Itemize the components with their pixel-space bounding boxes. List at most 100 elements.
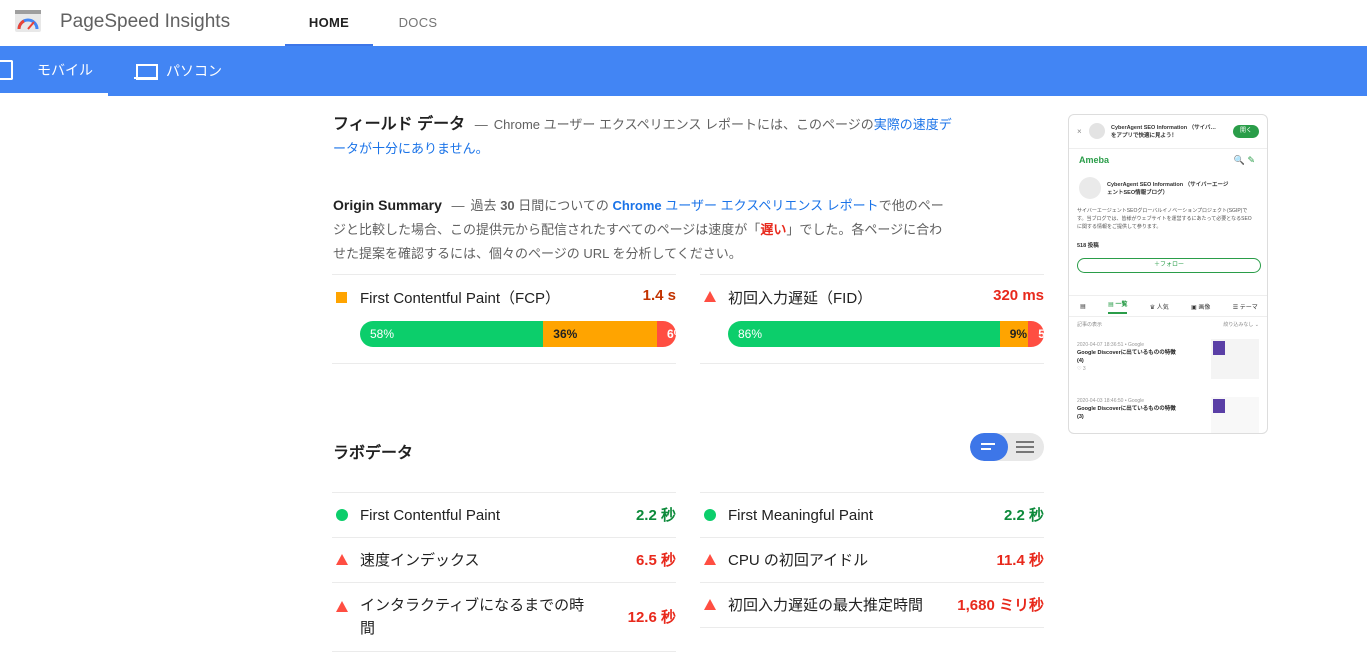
warning-triangle-icon: [704, 599, 716, 610]
thumb-desc-line3: に関する情報をご提供して参ります。: [1077, 224, 1162, 230]
pagespeed-logo-icon[interactable]: [14, 9, 42, 35]
thumb-app-text: CyberAgent SEO Information （サイバ… をアプリで快適…: [1111, 124, 1216, 140]
thumb-article-title-cont: (3): [1077, 414, 1084, 420]
thumb-app-line1: CyberAgent SEO Information （サイバ…: [1111, 125, 1217, 131]
field-data-dash: —: [474, 117, 488, 132]
warning-triangle-icon: [336, 554, 348, 565]
thumb-desc-line2: す。当ブログでは、皆様がウェブサイトを運営するにあたって必要となるSEO: [1077, 216, 1252, 222]
lab-metric-value: 6.5 秒: [635, 552, 676, 569]
origin-summary-title: Origin Summary: [333, 197, 442, 213]
thumb-follow-button: ＋フォロー: [1077, 258, 1261, 273]
origin-summary-section: Origin Summary — 過去 30 日間についての Chrome ユーザ…: [333, 193, 993, 266]
origin-slow-label: 遅い: [760, 222, 787, 237]
thumb-article-title-cont: (4): [1077, 358, 1084, 364]
bar-average-segment: 36%: [543, 321, 658, 347]
metric-name: First Contentful Paint（FCP）: [360, 290, 561, 307]
detail-lines-icon[interactable]: [1016, 441, 1034, 456]
bar-fast-segment: 86%: [728, 321, 1000, 347]
bar-slow-segment: 5%: [1028, 321, 1044, 347]
lab-metric-value: 12.6 秒: [627, 609, 676, 626]
thumb-open-button: 開く: [1233, 125, 1259, 138]
thumb-article-date: 2020-04-03 18:46:50 • Google: [1077, 398, 1145, 404]
pass-dot-icon: [336, 509, 348, 521]
brand-title[interactable]: PageSpeed Insights: [60, 11, 230, 33]
thumb-profile-avatar: [1079, 177, 1101, 199]
field-metric-fid: 初回入力遅延（FID） 320 ms 86% 9% 5%: [700, 274, 1044, 364]
thumb-tabs: ▤ ▤ 一覧 ♛ 人気 ▣ 画像 ☰ テーマ: [1069, 295, 1267, 317]
device-tabs-bar: モバイル パソコン: [0, 46, 1367, 96]
lab-metric-speed-index: 速度インデックス 6.5 秒: [332, 537, 676, 582]
lab-metric-value: 11.4 秒: [996, 552, 1044, 569]
thumb-tab: ▤: [1080, 303, 1086, 310]
field-data-link-cont[interactable]: ータが十分にありません。: [333, 141, 489, 156]
bar-average-segment: 9%: [999, 321, 1029, 347]
page-screenshot-thumbnail: × CyberAgent SEO Information （サイバ… をアプリで…: [1068, 114, 1268, 434]
top-header: PageSpeed Insights HOME DOCS: [0, 0, 1367, 46]
toggle-summary-view[interactable]: [970, 433, 1008, 461]
thumb-tab: ♛ 人気: [1149, 304, 1169, 311]
tab-mobile[interactable]: モバイル: [0, 46, 108, 96]
lab-metric-max-fid: 初回入力遅延の最大推定時間 1,680 ミリ秒: [700, 582, 1044, 628]
field-data-link[interactable]: 実際の速度デ: [874, 117, 952, 132]
lab-metric-value: 2.2 秒: [1003, 507, 1044, 524]
thumb-article: 2020-04-07 18:36:51 • Google Google Disc…: [1077, 341, 1207, 373]
warning-triangle-icon: [336, 601, 348, 612]
origin-chrome-link[interactable]: Chrome: [613, 198, 662, 213]
distribution-bar: 86% 9% 5%: [728, 321, 1044, 347]
thumb-tab: ☰ テーマ: [1232, 304, 1258, 311]
thumb-article-title: Google Discoverに出ているものの特徴: [1077, 350, 1176, 356]
average-square-icon: [336, 292, 347, 303]
lab-metric-name-line1: インタラクティブになるまでの時: [360, 597, 585, 614]
metric-value: 1.4 s: [642, 287, 676, 304]
warning-triangle-icon: [704, 291, 716, 302]
field-data-section: フィールド データ — Chrome ユーザー エクスペリエンス レポートには、こ…: [333, 113, 993, 161]
short-lines-icon: [981, 443, 999, 453]
lab-metric-value: 1,680 ミリ秒: [957, 597, 1044, 614]
thumb-tools-icon: 🔍 ✎: [1233, 155, 1255, 165]
thumb-post-count: 518 投稿: [1077, 243, 1099, 249]
origin-days: 30: [500, 198, 515, 213]
metric-name: 初回入力遅延（FID）: [728, 290, 873, 307]
thumb-app-line2: をアプリで快適に見よう！: [1111, 133, 1178, 139]
pass-dot-icon: [704, 509, 716, 521]
view-toggle[interactable]: [970, 433, 1044, 461]
thumb-article-date: 2020-04-07 18:36:51 • Google: [1077, 342, 1145, 348]
origin-text-b: 日間についての: [518, 198, 609, 213]
lab-metric-name: インタラクティブになるまでの時 間: [360, 594, 584, 640]
tab-desktop[interactable]: パソコン: [134, 46, 222, 96]
thumb-tab: ▣ 画像: [1191, 304, 1211, 311]
thumb-profile-name: CyberAgent SEO Information （サイバーエージ ェントS…: [1107, 181, 1259, 197]
field-data-title: フィールド データ: [333, 116, 466, 133]
thumb-article-title: Google Discoverに出ているものの特徴: [1077, 406, 1176, 412]
tab-docs[interactable]: DOCS: [375, 0, 461, 46]
thumb-ameba-logo: Ameba: [1079, 155, 1110, 165]
lab-metric-cpu-idle: CPU の初回アイドル 11.4 秒: [700, 537, 1044, 582]
thumb-app-avatar: [1089, 123, 1105, 139]
tab-home[interactable]: HOME: [285, 0, 373, 46]
tab-mobile-label: モバイル: [37, 61, 93, 78]
mobile-phone-icon: [0, 59, 13, 80]
field-data-text: Chrome ユーザー エクスペリエンス レポートには、このページの: [493, 117, 874, 132]
lab-metric-name: First Contentful Paint: [360, 507, 501, 524]
metric-value: 320 ms: [993, 287, 1044, 304]
origin-text-line2b: 」でした。各ページに合わ: [786, 222, 943, 237]
origin-text-a: 過去: [470, 198, 497, 213]
distribution-bar: 58% 36% 6%: [360, 321, 676, 347]
lab-metric-value: 2.2 秒: [635, 507, 676, 524]
lab-metric-name: CPU の初回アイドル: [728, 552, 869, 569]
thumb-article: 2020-04-03 18:46:50 • Google Google Disc…: [1077, 397, 1207, 421]
thumb-close-icon: ×: [1077, 127, 1082, 136]
origin-summary-dash: —: [451, 198, 465, 213]
bar-slow-segment: 6%: [657, 321, 676, 347]
laptop-icon: [134, 63, 158, 80]
warning-triangle-icon: [704, 554, 716, 565]
origin-crux-link[interactable]: ユーザー エクスペリエンス レポート: [665, 198, 878, 213]
thumb-sort-label: 絞り込みなし ⌄: [1223, 322, 1259, 328]
thumb-profile-line1: CyberAgent SEO Information （サイバーエージ: [1107, 182, 1229, 188]
thumb-profile-line2: ェントSEO情報ブログ）: [1107, 190, 1169, 196]
lab-metric-tti: インタラクティブになるまでの時 間 12.6 秒: [332, 582, 676, 652]
thumb-tab-active: ▤ 一覧: [1108, 299, 1128, 314]
origin-text-line2a: ジと比較した場合、この提供元から配信されたすべてのページは速度が「: [333, 222, 761, 237]
origin-text-line3: せた提案を確認するには、個々のページの URL を分析してください。: [333, 246, 742, 261]
lab-metric-name-line2: 間: [360, 620, 376, 637]
